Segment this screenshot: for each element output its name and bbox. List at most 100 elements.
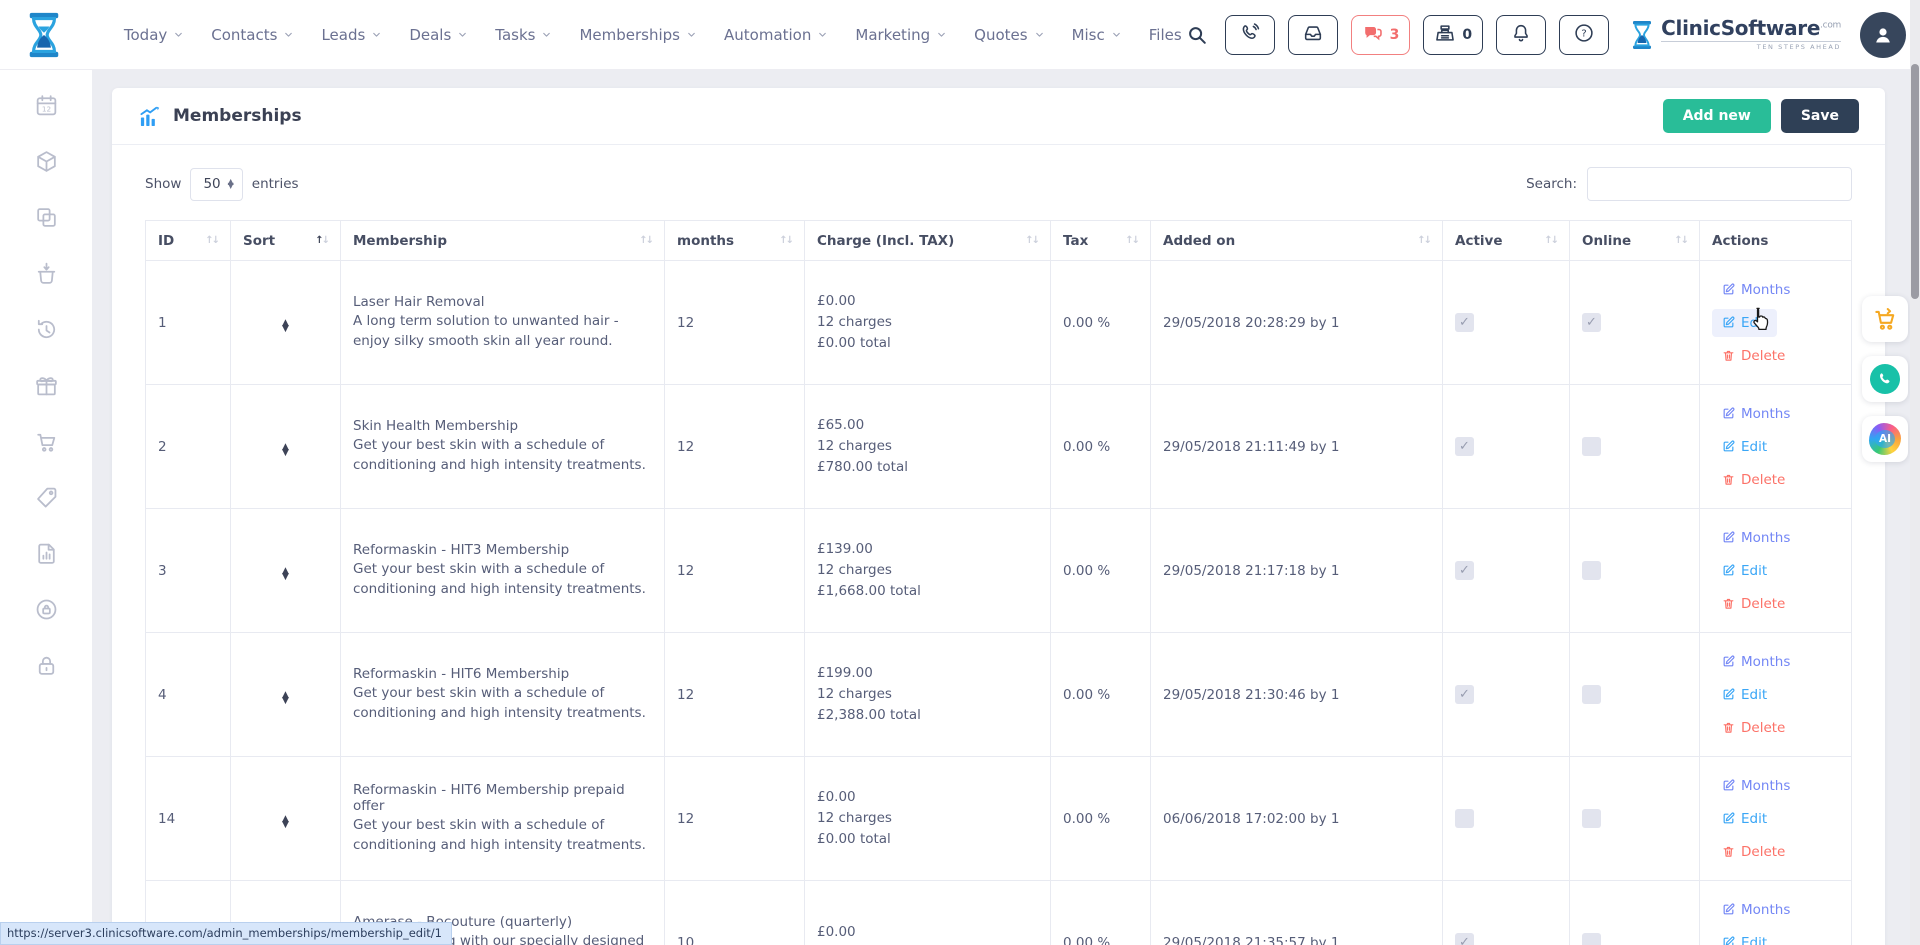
column-header-sort[interactable]: Sort↑↓ (231, 221, 341, 261)
edit-square-icon (1722, 936, 1735, 945)
online-checkbox[interactable] (1582, 933, 1601, 945)
report-icon (34, 541, 59, 570)
copy-icon (34, 205, 59, 234)
cell-tax: 0.00 % (1051, 881, 1151, 945)
months-link[interactable]: Months (1712, 276, 1800, 304)
sidebar-item-history[interactable] (34, 318, 59, 344)
column-header-charge-incl-tax-[interactable]: Charge (Incl. TAX)↑↓ (805, 221, 1051, 261)
sidebar-item-cube[interactable] (34, 150, 59, 176)
cell-tax: 0.00 % (1051, 633, 1151, 757)
sidebar-item-member[interactable] (34, 598, 59, 624)
floating-phone-button[interactable] (1862, 356, 1908, 402)
edit-link[interactable]: Edit (1712, 681, 1777, 709)
sidebar-item-bag[interactable] (34, 262, 59, 288)
column-header-id[interactable]: ID↑↓ (146, 221, 231, 261)
column-header-online[interactable]: Online↑↓ (1570, 221, 1700, 261)
active-checkbox[interactable] (1455, 685, 1474, 704)
months-link[interactable]: Months (1712, 400, 1800, 428)
delete-link[interactable]: Delete (1712, 714, 1795, 742)
edit-link[interactable]: Edit (1712, 929, 1777, 945)
page-size-select[interactable]: 50 ▲▼ (190, 168, 242, 201)
active-checkbox[interactable] (1455, 437, 1474, 456)
edit-link[interactable]: Edit (1712, 309, 1777, 337)
drag-sort-handle[interactable]: ▲▼ (282, 445, 289, 456)
bell-button[interactable] (1496, 15, 1546, 55)
floating-ai-button[interactable]: AI (1862, 416, 1908, 462)
sidebar-item-tag[interactable] (34, 486, 59, 512)
edit-link[interactable]: Edit (1712, 433, 1777, 461)
inbox-button[interactable] (1288, 15, 1338, 55)
cell-active (1443, 385, 1570, 509)
cell-actions: Months Edit Delete (1700, 385, 1852, 509)
months-link[interactable]: Months (1712, 524, 1800, 552)
edit-link[interactable]: Edit (1712, 557, 1777, 585)
drag-sort-handle[interactable]: ▲▼ (282, 321, 289, 332)
active-checkbox[interactable] (1455, 933, 1474, 945)
drag-sort-handle[interactable]: ▲▼ (282, 817, 289, 828)
sidebar-item-report[interactable] (34, 542, 59, 568)
chat-button[interactable]: 3 (1351, 15, 1411, 55)
nav-item-misc[interactable]: Misc (1072, 26, 1122, 44)
online-checkbox[interactable] (1582, 685, 1601, 704)
cell-online (1570, 261, 1700, 385)
column-header-months[interactable]: months↑↓ (665, 221, 805, 261)
online-checkbox[interactable] (1582, 313, 1601, 332)
brand-logo[interactable]: ClinicSoftware.com TEN STEPS AHEAD (1630, 18, 1841, 51)
nav-item-files[interactable]: Files (1149, 26, 1182, 44)
save-button[interactable]: Save (1781, 99, 1859, 133)
register-button[interactable]: 0 (1423, 15, 1483, 55)
table-row: 4 ▲▼ Reformaskin - HIT6 Membership Get y… (146, 633, 1852, 757)
online-checkbox[interactable] (1582, 561, 1601, 580)
cell-online (1570, 385, 1700, 509)
delete-link[interactable]: Delete (1712, 590, 1795, 618)
online-checkbox[interactable] (1582, 437, 1601, 456)
main-content: Memberships Add new Save Show 50 ▲▼ entr (92, 70, 1920, 945)
online-checkbox[interactable] (1582, 809, 1601, 828)
drag-sort-handle[interactable]: ▲▼ (282, 569, 289, 580)
edit-link[interactable]: Edit (1712, 805, 1777, 833)
edit-square-icon (1722, 655, 1735, 668)
active-checkbox[interactable] (1455, 561, 1474, 580)
column-header-added-on[interactable]: Added on↑↓ (1151, 221, 1443, 261)
sidebar-item-cart[interactable] (34, 430, 59, 456)
add-new-button[interactable]: Add new (1663, 99, 1771, 133)
active-checkbox[interactable] (1455, 313, 1474, 332)
nav-item-today[interactable]: Today (124, 26, 184, 44)
sidebar-item-calendar[interactable]: 12 (34, 94, 59, 120)
phone-button[interactable] (1225, 15, 1275, 55)
user-avatar[interactable] (1860, 12, 1906, 58)
column-header-active[interactable]: Active↑↓ (1443, 221, 1570, 261)
cell-months: 12 (665, 385, 805, 509)
sidebar-item-gift[interactable] (34, 374, 59, 400)
nav-item-contacts[interactable]: Contacts (211, 26, 294, 44)
column-header-tax[interactable]: Tax↑↓ (1051, 221, 1151, 261)
sidebar-item-lock[interactable] (34, 654, 59, 680)
search-icon[interactable] (1182, 20, 1212, 50)
months-link[interactable]: Months (1712, 772, 1800, 800)
active-checkbox[interactable] (1455, 809, 1474, 828)
delete-link[interactable]: Delete (1712, 838, 1795, 866)
inbox-icon (1302, 22, 1324, 48)
search-input[interactable] (1587, 167, 1852, 201)
nav-item-marketing[interactable]: Marketing (855, 26, 947, 44)
nav-item-memberships[interactable]: Memberships (579, 26, 697, 44)
drag-sort-handle[interactable]: ▲▼ (282, 693, 289, 704)
delete-link[interactable]: Delete (1712, 342, 1795, 370)
scrollbar-thumb[interactable] (1911, 64, 1919, 299)
column-header-membership[interactable]: Membership↑↓ (341, 221, 665, 261)
floating-cart-button[interactable] (1862, 296, 1908, 342)
months-link[interactable]: Months (1712, 648, 1800, 676)
memberships-table: ID↑↓Sort↑↓Membership↑↓months↑↓Charge (In… (145, 220, 1852, 945)
cell-online (1570, 757, 1700, 881)
delete-link[interactable]: Delete (1712, 466, 1795, 494)
nav-item-deals[interactable]: Deals (409, 26, 468, 44)
nav-item-tasks[interactable]: Tasks (495, 26, 552, 44)
nav-item-leads[interactable]: Leads (321, 26, 382, 44)
help-button[interactable]: ? (1559, 15, 1609, 55)
nav-item-automation[interactable]: Automation (724, 26, 828, 44)
sidebar-item-copy[interactable] (34, 206, 59, 232)
app-logo-icon[interactable] (22, 9, 66, 61)
months-link[interactable]: Months (1712, 896, 1800, 924)
column-header-actions[interactable]: Actions (1700, 221, 1852, 261)
nav-item-quotes[interactable]: Quotes (974, 26, 1044, 44)
